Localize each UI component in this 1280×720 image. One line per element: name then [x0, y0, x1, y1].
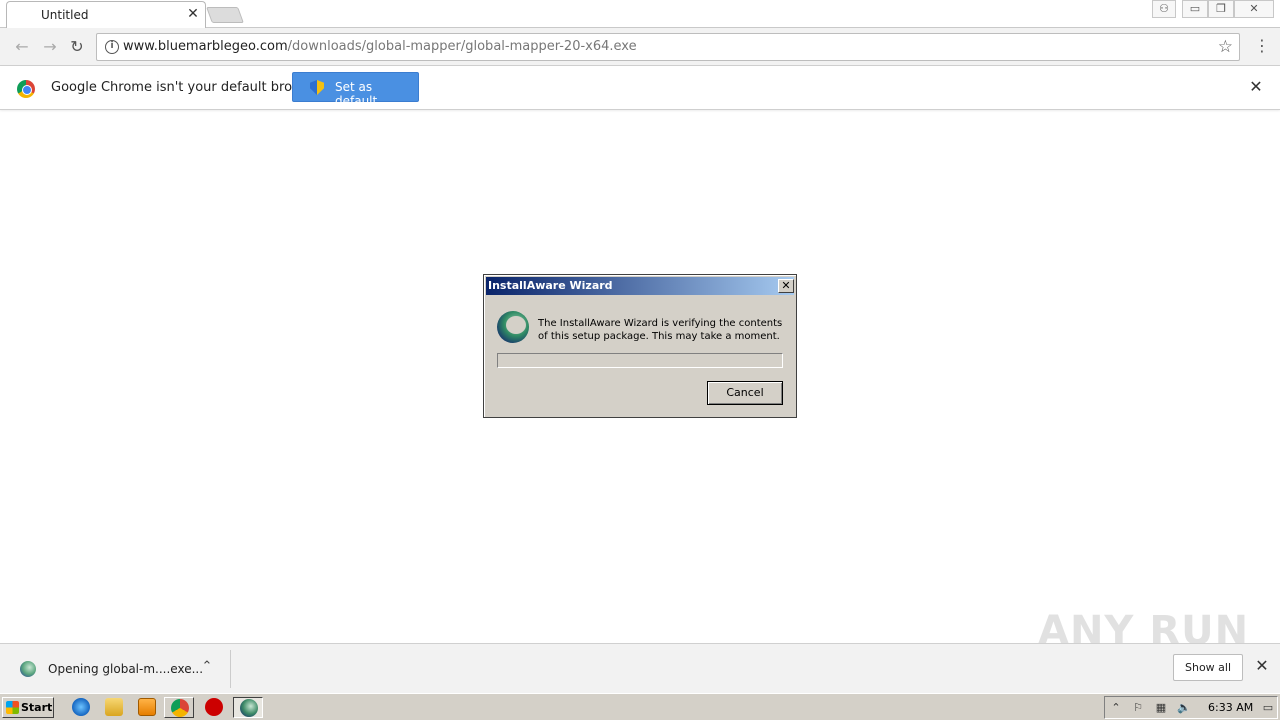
installaware-taskbar-icon: [240, 699, 258, 717]
url-host: www.bluemarblegeo.com: [123, 39, 288, 54]
dialog-message: The InstallAware Wizard is verifying the…: [538, 318, 783, 342]
verification-progress-bar: [497, 353, 783, 368]
uac-shield-icon: [310, 80, 324, 95]
installaware-dialog: InstallAware Wizard ✕ The InstallAware W…: [483, 274, 797, 418]
chevron-up-icon[interactable]: ⌃: [199, 658, 215, 676]
browser-toolbar: ← → ↻ i www.bluemarblegeo.com/downloads/…: [0, 28, 1280, 66]
user-profile-icon[interactable]: ⚇: [1152, 0, 1176, 18]
show-all-button[interactable]: Show all: [1173, 654, 1243, 681]
windows-logo-icon: [6, 701, 19, 714]
media-player-icon[interactable]: [138, 698, 156, 716]
screen: Untitled ✕ ⚇ ▭ ❐ ✕ ← → ↻ i www.bluemarbl…: [0, 0, 1280, 720]
cancel-button[interactable]: Cancel: [707, 381, 783, 405]
tab-untitled[interactable]: Untitled ✕: [6, 1, 206, 29]
set-as-default-label: Set as default: [335, 80, 378, 108]
clock[interactable]: 6:33 AM: [1208, 701, 1253, 714]
back-arrow-icon[interactable]: ←: [12, 37, 32, 57]
dialog-close-icon[interactable]: ✕: [778, 279, 794, 293]
chrome-taskbar-icon: [171, 699, 189, 717]
shelf-divider: [230, 650, 231, 688]
start-button[interactable]: Start: [2, 697, 54, 718]
start-label: Start: [21, 701, 53, 714]
default-browser-infobar: Google Chrome isn't your default browser…: [0, 66, 1280, 110]
network-icon[interactable]: ▦: [1154, 701, 1168, 715]
tab-title: Untitled: [41, 8, 89, 22]
tray-expand-icon[interactable]: ⌃: [1109, 701, 1123, 715]
file-explorer-icon[interactable]: [105, 698, 123, 716]
download-item-name[interactable]: Opening global-m....exe...: [48, 662, 203, 676]
tab-strip: Untitled ✕ ⚇ ▭ ❐ ✕: [0, 0, 1280, 29]
forward-arrow-icon[interactable]: →: [40, 37, 60, 57]
shelf-close-icon[interactable]: ✕: [1254, 657, 1270, 675]
download-file-icon: [20, 661, 36, 677]
url-path: /downloads/global-mapper/global-mapper-2…: [287, 39, 637, 54]
internet-explorer-icon[interactable]: [72, 698, 90, 716]
action-center-flag-icon[interactable]: ⚐: [1131, 701, 1145, 715]
url-text: www.bluemarblegeo.com/downloads/global-m…: [123, 39, 637, 54]
taskbar-chrome[interactable]: [164, 697, 194, 718]
taskbar-installaware[interactable]: [233, 697, 263, 718]
close-window-button[interactable]: ✕: [1234, 0, 1274, 18]
windows-taskbar: Start ⌃ ⚐ ▦ 🔈 ▭ 6:33 AM: [0, 693, 1280, 720]
download-shelf: Opening global-m....exe... ⌃ Show all ✕: [0, 643, 1280, 693]
tab-close-icon[interactable]: ✕: [185, 6, 201, 22]
infobar-close-icon[interactable]: ✕: [1248, 78, 1264, 96]
bookmark-star-icon[interactable]: ☆: [1218, 37, 1233, 57]
set-as-default-button[interactable]: Set as default: [292, 72, 419, 108]
dialog-title-bar[interactable]: InstallAware Wizard ✕: [486, 277, 794, 295]
opera-icon[interactable]: [205, 698, 223, 716]
restore-button[interactable]: ❐: [1208, 0, 1234, 18]
installaware-logo-icon: [497, 311, 529, 343]
dialog-title: InstallAware Wizard: [488, 279, 613, 292]
reload-icon[interactable]: ↻: [67, 37, 87, 57]
chrome-logo-icon: [17, 80, 35, 98]
show-desktop-icon[interactable]: ▭: [1261, 701, 1275, 715]
chrome-menu-icon[interactable]: ⋮: [1254, 36, 1270, 58]
address-bar[interactable]: i www.bluemarblegeo.com/downloads/global…: [96, 33, 1240, 61]
info-icon[interactable]: i: [105, 40, 119, 54]
minimize-button[interactable]: ▭: [1182, 0, 1208, 18]
infobar-message: Google Chrome isn't your default browser: [51, 80, 323, 95]
new-tab-button[interactable]: [206, 7, 244, 23]
volume-icon[interactable]: 🔈: [1177, 701, 1191, 715]
